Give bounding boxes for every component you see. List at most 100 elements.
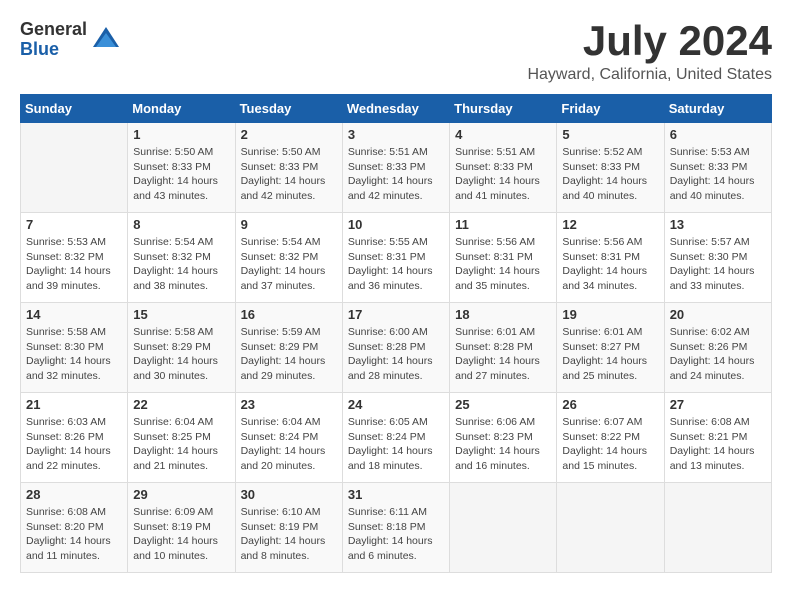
day-info: Sunrise: 5:50 AMSunset: 8:33 PMDaylight:… xyxy=(241,145,337,204)
logo-icon xyxy=(91,25,121,55)
calendar-day-cell: 4Sunrise: 5:51 AMSunset: 8:33 PMDaylight… xyxy=(450,123,557,213)
calendar-day-cell: 19 Sunrise: 6:01 AMSunset: 8:27 PMDayligh… xyxy=(557,303,664,393)
day-number: 10 xyxy=(348,217,444,232)
header-day: Thursday xyxy=(450,95,557,123)
header-day: Wednesday xyxy=(342,95,449,123)
calendar-day-cell: 18Sunrise: 6:01 AMSunset: 8:28 PMDayligh… xyxy=(450,303,557,393)
calendar-day-cell: 23 Sunrise: 6:04 AMSunset: 8:24 PMDayligh… xyxy=(235,393,342,483)
day-number: 25 xyxy=(455,397,551,412)
day-info: Sunrise: 5:58 AMSunset: 8:29 PMDaylight:… xyxy=(133,325,229,384)
calendar-day-cell: 31 Sunrise: 6:11 AMSunset: 8:18 PMDayligh… xyxy=(342,483,449,573)
header-row: SundayMondayTuesdayWednesdayThursdayFrid… xyxy=(21,95,772,123)
calendar-body: 1 Sunrise: 5:50 AMSunset: 8:33 PMDaylight… xyxy=(21,123,772,573)
day-number: 8 xyxy=(133,217,229,232)
day-info: Sunrise: 6:02 AMSunset: 8:26 PMDaylight:… xyxy=(670,325,766,384)
day-number: 23 xyxy=(241,397,337,412)
calendar-day-cell: 13 Sunrise: 5:57 AMSunset: 8:30 PMDayligh… xyxy=(664,213,771,303)
day-info: Sunrise: 5:53 AMSunset: 8:32 PMDaylight:… xyxy=(26,235,122,294)
header-day: Saturday xyxy=(664,95,771,123)
day-info: Sunrise: 6:08 AMSunset: 8:21 PMDaylight:… xyxy=(670,415,766,474)
calendar-day-cell xyxy=(450,483,557,573)
day-info: Sunrise: 6:08 AMSunset: 8:20 PMDaylight:… xyxy=(26,505,122,564)
day-info: Sunrise: 6:10 AMSunset: 8:19 PMDaylight:… xyxy=(241,505,337,564)
day-number: 14 xyxy=(26,307,122,322)
day-number: 2 xyxy=(241,127,337,142)
calendar-week-row: 14Sunrise: 5:58 AMSunset: 8:30 PMDayligh… xyxy=(21,303,772,393)
day-info: Sunrise: 6:01 AMSunset: 8:28 PMDaylight:… xyxy=(455,325,551,384)
calendar-day-cell xyxy=(664,483,771,573)
location: Hayward, California, United States xyxy=(527,66,772,84)
day-number: 30 xyxy=(241,487,337,502)
day-info: Sunrise: 5:56 AMSunset: 8:31 PMDaylight:… xyxy=(562,235,658,294)
day-info: Sunrise: 6:00 AMSunset: 8:28 PMDaylight:… xyxy=(348,325,444,384)
day-number: 9 xyxy=(241,217,337,232)
day-number: 26 xyxy=(562,397,658,412)
calendar-day-cell: 11 Sunrise: 5:56 AMSunset: 8:31 PMDayligh… xyxy=(450,213,557,303)
calendar-week-row: 21Sunrise: 6:03 AMSunset: 8:26 PMDayligh… xyxy=(21,393,772,483)
day-number: 17 xyxy=(348,307,444,322)
calendar-day-cell: 16Sunrise: 5:59 AMSunset: 8:29 PMDayligh… xyxy=(235,303,342,393)
day-info: Sunrise: 6:09 AMSunset: 8:19 PMDaylight:… xyxy=(133,505,229,564)
page-header: General Blue July 2024 Hayward, Californ… xyxy=(20,20,772,84)
header-day: Monday xyxy=(128,95,235,123)
day-number: 11 xyxy=(455,217,551,232)
day-number: 31 xyxy=(348,487,444,502)
day-info: Sunrise: 6:07 AMSunset: 8:22 PMDaylight:… xyxy=(562,415,658,474)
day-info: Sunrise: 5:53 AMSunset: 8:33 PMDaylight:… xyxy=(670,145,766,204)
calendar-day-cell: 6Sunrise: 5:53 AMSunset: 8:33 PMDaylight… xyxy=(664,123,771,213)
day-info: Sunrise: 5:54 AMSunset: 8:32 PMDaylight:… xyxy=(241,235,337,294)
day-number: 1 xyxy=(133,127,229,142)
day-number: 28 xyxy=(26,487,122,502)
calendar-day-cell: 25 Sunrise: 6:06 AMSunset: 8:23 PMDayligh… xyxy=(450,393,557,483)
calendar-day-cell: 17 Sunrise: 6:00 AMSunset: 8:28 PMDayligh… xyxy=(342,303,449,393)
calendar-day-cell: 15 Sunrise: 5:58 AMSunset: 8:29 PMDayligh… xyxy=(128,303,235,393)
day-number: 29 xyxy=(133,487,229,502)
calendar-day-cell xyxy=(557,483,664,573)
day-number: 12 xyxy=(562,217,658,232)
day-number: 7 xyxy=(26,217,122,232)
day-info: Sunrise: 5:57 AMSunset: 8:30 PMDaylight:… xyxy=(670,235,766,294)
header-day: Sunday xyxy=(21,95,128,123)
calendar-day-cell: 8 Sunrise: 5:54 AMSunset: 8:32 PMDaylight… xyxy=(128,213,235,303)
calendar-day-cell: 14Sunrise: 5:58 AMSunset: 8:30 PMDayligh… xyxy=(21,303,128,393)
day-number: 22 xyxy=(133,397,229,412)
day-number: 15 xyxy=(133,307,229,322)
month-title: July 2024 xyxy=(527,20,772,62)
day-number: 5 xyxy=(562,127,658,142)
day-info: Sunrise: 5:54 AMSunset: 8:32 PMDaylight:… xyxy=(133,235,229,294)
day-number: 13 xyxy=(670,217,766,232)
day-info: Sunrise: 6:04 AMSunset: 8:25 PMDaylight:… xyxy=(133,415,229,474)
calendar-week-row: 28 Sunrise: 6:08 AMSunset: 8:20 PMDayligh… xyxy=(21,483,772,573)
day-info: Sunrise: 6:06 AMSunset: 8:23 PMDaylight:… xyxy=(455,415,551,474)
day-number: 4 xyxy=(455,127,551,142)
day-info: Sunrise: 6:04 AMSunset: 8:24 PMDaylight:… xyxy=(241,415,337,474)
day-number: 19 xyxy=(562,307,658,322)
calendar-week-row: 7 Sunrise: 5:53 AMSunset: 8:32 PMDaylight… xyxy=(21,213,772,303)
calendar-day-cell: 30 Sunrise: 6:10 AMSunset: 8:19 PMDayligh… xyxy=(235,483,342,573)
calendar-day-cell: 26 Sunrise: 6:07 AMSunset: 8:22 PMDayligh… xyxy=(557,393,664,483)
calendar-day-cell: 9 Sunrise: 5:54 AMSunset: 8:32 PMDaylight… xyxy=(235,213,342,303)
day-number: 20 xyxy=(670,307,766,322)
calendar-table: SundayMondayTuesdayWednesdayThursdayFrid… xyxy=(20,94,772,573)
calendar-day-cell: 12 Sunrise: 5:56 AMSunset: 8:31 PMDayligh… xyxy=(557,213,664,303)
day-number: 27 xyxy=(670,397,766,412)
day-info: Sunrise: 5:51 AMSunset: 8:33 PMDaylight:… xyxy=(348,145,444,204)
calendar-day-cell: 24Sunrise: 6:05 AMSunset: 8:24 PMDayligh… xyxy=(342,393,449,483)
logo-blue: Blue xyxy=(20,40,87,60)
day-info: Sunrise: 6:05 AMSunset: 8:24 PMDaylight:… xyxy=(348,415,444,474)
day-number: 3 xyxy=(348,127,444,142)
day-info: Sunrise: 6:01 AMSunset: 8:27 PMDaylight:… xyxy=(562,325,658,384)
calendar-day-cell: 1 Sunrise: 5:50 AMSunset: 8:33 PMDaylight… xyxy=(128,123,235,213)
calendar-day-cell: 10Sunrise: 5:55 AMSunset: 8:31 PMDayligh… xyxy=(342,213,449,303)
calendar-day-cell: 29 Sunrise: 6:09 AMSunset: 8:19 PMDayligh… xyxy=(128,483,235,573)
calendar-day-cell: 21Sunrise: 6:03 AMSunset: 8:26 PMDayligh… xyxy=(21,393,128,483)
day-info: Sunrise: 5:50 AMSunset: 8:33 PMDaylight:… xyxy=(133,145,229,204)
calendar-header: SundayMondayTuesdayWednesdayThursdayFrid… xyxy=(21,95,772,123)
day-info: Sunrise: 5:56 AMSunset: 8:31 PMDaylight:… xyxy=(455,235,551,294)
calendar-day-cell: 20 Sunrise: 6:02 AMSunset: 8:26 PMDayligh… xyxy=(664,303,771,393)
day-number: 16 xyxy=(241,307,337,322)
calendar-day-cell: 5Sunrise: 5:52 AMSunset: 8:33 PMDaylight… xyxy=(557,123,664,213)
logo: General Blue xyxy=(20,20,121,60)
logo-general: General xyxy=(20,20,87,40)
day-info: Sunrise: 6:11 AMSunset: 8:18 PMDaylight:… xyxy=(348,505,444,564)
